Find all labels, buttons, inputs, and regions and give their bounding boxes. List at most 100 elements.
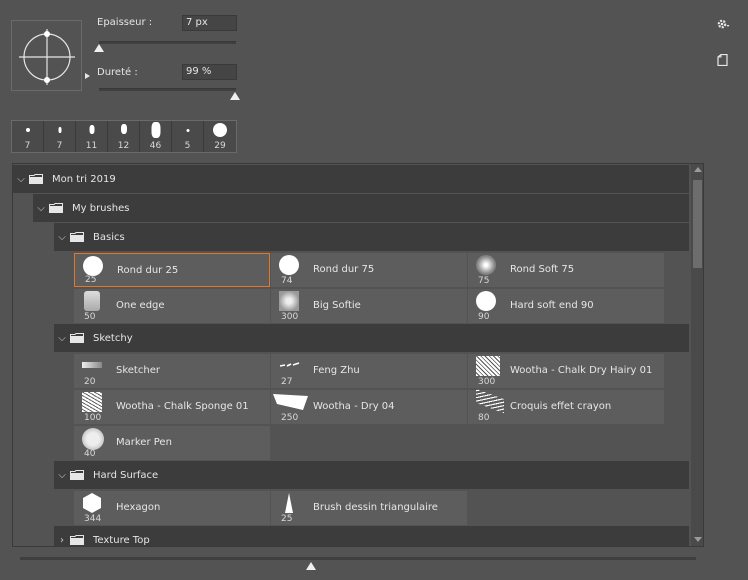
- brush-list-scrollbar[interactable]: [691, 164, 703, 546]
- brush-preset-item[interactable]: 100 Wootha - Chalk Sponge 01: [74, 390, 270, 424]
- brush-preset-item[interactable]: 20 Sketcher: [74, 354, 270, 388]
- brush-group-label: Texture Top: [93, 534, 150, 546]
- brush-name: Rond dur 25: [117, 265, 179, 276]
- brush-preset-item[interactable]: 27 Feng Zhu: [271, 354, 467, 388]
- brush-size: 20: [84, 377, 96, 387]
- brush-group-hard-surface[interactable]: ⌵ Hard Surface: [54, 461, 689, 489]
- brush-size: 40: [84, 449, 96, 459]
- brush-name: Hexagon: [116, 502, 161, 513]
- chevron-down-icon[interactable]: ⌵: [54, 232, 70, 243]
- recent-brush-item[interactable]: 5: [172, 121, 204, 152]
- recent-brush-size: 46: [149, 141, 162, 151]
- brush-size: 27: [281, 377, 293, 387]
- recent-brush-item[interactable]: 46: [140, 121, 172, 152]
- brush-group-label: Hard Surface: [93, 469, 159, 481]
- brush-tip-icon: [279, 356, 301, 376]
- thickness-slider-track[interactable]: [99, 41, 236, 44]
- scroll-down-arrow-icon[interactable]: [694, 537, 702, 542]
- brush-preset-item[interactable]: 25 Brush dessin triangulaire: [271, 491, 467, 525]
- brush-name: Marker Pen: [116, 437, 172, 448]
- brush-group-label: My brushes: [72, 202, 130, 214]
- brush-preset-item[interactable]: 80 Croquis effet crayon: [468, 388, 664, 424]
- recent-brush-item[interactable]: 11: [76, 121, 108, 152]
- brush-tip-icon: [58, 127, 61, 133]
- chevron-down-icon[interactable]: ⌵: [13, 174, 29, 185]
- preview-size-slider-track[interactable]: [20, 557, 696, 560]
- recent-brush-item[interactable]: 7: [44, 121, 76, 152]
- brush-group-basics[interactable]: ⌵ Basics: [54, 223, 689, 251]
- chevron-down-icon[interactable]: ⌵: [54, 333, 70, 344]
- brush-group-label: Mon tri 2019: [52, 173, 116, 185]
- brush-tip-icon: [279, 493, 301, 513]
- brush-group-mon-tri-2019[interactable]: ⌵ Mon tri 2019: [13, 165, 689, 193]
- thickness-input[interactable]: 7 px: [182, 15, 237, 31]
- brush-group-sketchy[interactable]: ⌵ Sketchy: [54, 324, 689, 352]
- brush-size: 50: [84, 312, 96, 322]
- brush-preset-item[interactable]: 250 Wootha - Dry 04: [271, 390, 467, 424]
- brush-preset-item[interactable]: 300 Big Softie: [271, 289, 467, 323]
- brush-size: 90: [478, 312, 490, 322]
- recent-brush-item[interactable]: 29: [204, 121, 236, 152]
- brush-angle-preview[interactable]: [11, 20, 90, 91]
- brush-name: Feng Zhu: [313, 365, 360, 376]
- brush-tip-icon: [476, 356, 500, 376]
- brush-name: Hard soft end 90: [510, 300, 594, 311]
- brush-preset-item[interactable]: 25 Rond dur 25: [74, 253, 270, 287]
- chevron-down-icon[interactable]: ⌵: [33, 203, 49, 214]
- thickness-slider-thumb[interactable]: [94, 44, 104, 52]
- brush-group-my-brushes[interactable]: ⌵ My brushes: [33, 194, 689, 222]
- brush-tip-icon: [89, 125, 94, 134]
- brush-tip-icon: [476, 291, 498, 311]
- brush-preset-item[interactable]: 40 Marker Pen: [74, 426, 270, 460]
- brush-tip-icon: [476, 255, 498, 275]
- brush-tip-icon: [279, 255, 301, 275]
- recent-brush-size: 12: [117, 141, 130, 151]
- brush-preset-item[interactable]: 344 Hexagon: [74, 491, 270, 525]
- brush-preset-item[interactable]: 74 Rond dur 75: [271, 253, 467, 287]
- brush-preset-item[interactable]: 90 Hard soft end 90: [468, 289, 664, 323]
- brush-size: 250: [281, 413, 299, 423]
- brush-preset-item[interactable]: 300 Wootha - Chalk Dry Hairy 01: [468, 354, 664, 388]
- brush-group-label: Sketchy: [93, 332, 133, 344]
- brush-tip-icon: [82, 291, 104, 311]
- folder-icon: [49, 203, 63, 213]
- brush-name: Wootha - Chalk Sponge 01: [116, 401, 249, 412]
- brush-tip-icon: [279, 291, 301, 311]
- brush-tip-icon: [213, 123, 227, 137]
- brush-size: 25: [281, 514, 293, 524]
- angle-crosshair-icon: [19, 29, 75, 85]
- thickness-label: Epaisseur :: [97, 17, 153, 28]
- preview-size-slider-thumb[interactable]: [305, 562, 316, 570]
- brush-name: One edge: [116, 300, 165, 311]
- brush-tip-icon: [82, 392, 104, 412]
- brush-preset-item[interactable]: 50 One edge: [74, 289, 270, 323]
- hardness-slider-track[interactable]: [99, 88, 236, 91]
- recent-brushes: 7 7 11 12 46 5 29: [11, 120, 237, 153]
- new-preset-icon[interactable]: [717, 54, 728, 66]
- brush-name: Croquis effet crayon: [510, 401, 612, 412]
- brush-group-texture-top[interactable]: › Texture Top: [54, 526, 689, 546]
- hardness-input[interactable]: 99 %: [182, 64, 237, 80]
- brush-tip-icon: [151, 122, 160, 138]
- scroll-up-arrow-icon[interactable]: [694, 167, 702, 172]
- hardness-slider-thumb[interactable]: [229, 92, 240, 100]
- recent-brush-item[interactable]: 7: [12, 121, 44, 152]
- brush-tip-icon: [82, 356, 104, 376]
- folder-icon: [70, 470, 84, 480]
- angle-arrow-icon[interactable]: [85, 73, 90, 79]
- recent-brush-size: 7: [24, 141, 31, 151]
- brush-tip-icon: [82, 428, 104, 450]
- brush-size: 80: [478, 413, 490, 423]
- chevron-right-icon[interactable]: ›: [54, 535, 70, 546]
- brush-name: Big Softie: [313, 300, 361, 311]
- folder-icon: [70, 535, 84, 545]
- brush-tip-icon: [120, 124, 127, 134]
- chevron-down-icon[interactable]: ⌵: [54, 470, 70, 481]
- recent-brush-item[interactable]: 12: [108, 121, 140, 152]
- brush-size: 75: [478, 276, 490, 286]
- folder-icon: [70, 333, 84, 343]
- scroll-thumb[interactable]: [693, 180, 702, 268]
- recent-brush-size: 5: [184, 141, 191, 151]
- gear-icon[interactable]: [716, 17, 730, 31]
- brush-preset-item[interactable]: 75 Rond Soft 75: [468, 253, 664, 287]
